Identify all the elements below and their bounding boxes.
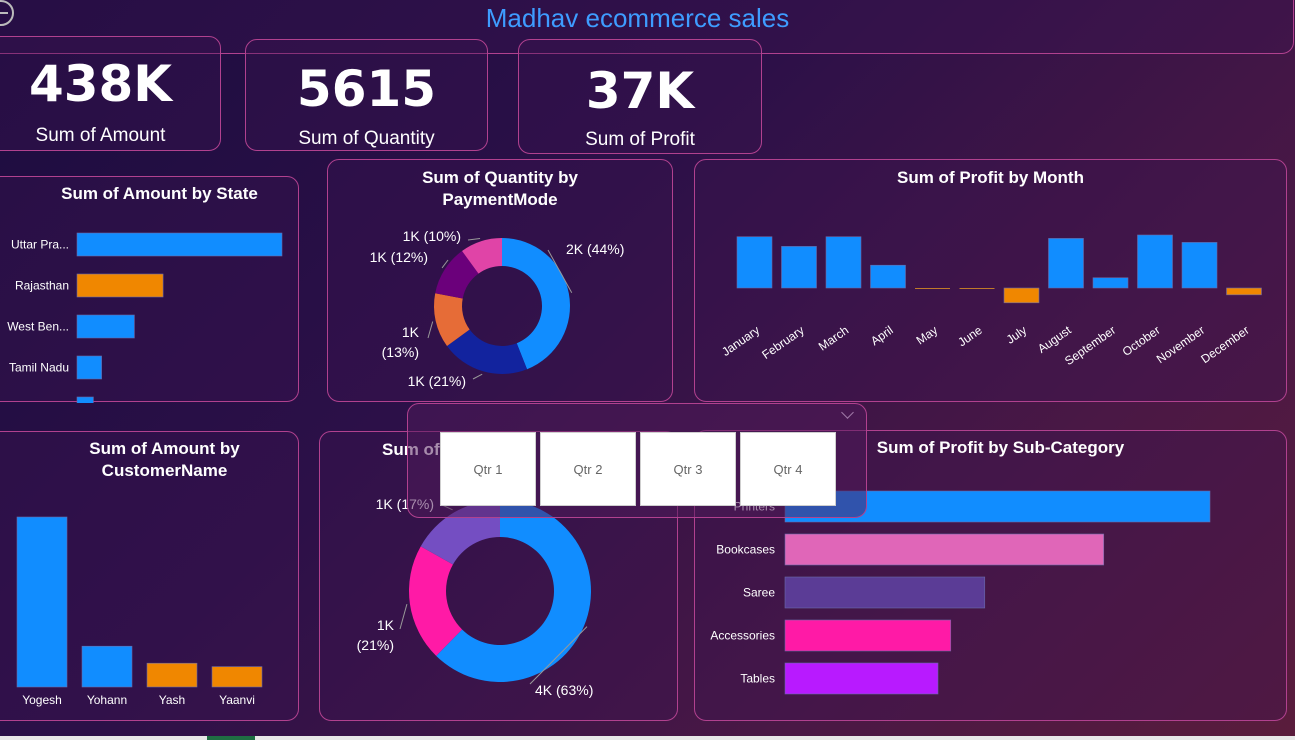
category-label: Rajasthan	[15, 279, 69, 293]
data-label: 1K	[402, 324, 420, 340]
bar	[76, 355, 102, 380]
payment-chart-svg: 2K (44%) 1K (21%) 1K (13%) 1K (12%) 1K (10%)	[370, 228, 625, 389]
leader-line	[467, 237, 481, 241]
category-label: December	[1198, 323, 1251, 366]
category-label: August	[1035, 323, 1074, 356]
category-label: April	[868, 323, 896, 348]
kpi-value: 5615	[296, 60, 437, 118]
kpi-value: 438K	[28, 55, 173, 113]
slicer-option-qtr1[interactable]: Qtr 1	[440, 432, 536, 506]
kpi-card-profit: 37K Sum of Profit	[518, 39, 762, 154]
data-label: 4K (63%)	[535, 682, 593, 698]
state-chart-panel: Sum of Amount by State Uttar Pra... Rajas…	[0, 176, 299, 404]
category-label: January	[719, 323, 762, 359]
category-label: West Ben...	[7, 320, 69, 334]
data-label: 2K (44%)	[566, 241, 624, 257]
slicer-option-qtr3[interactable]: Qtr 3	[640, 432, 736, 506]
kpi-label: Sum of Quantity	[298, 128, 435, 149]
slicer-option-qtr4[interactable]: Qtr 4	[740, 432, 836, 506]
kpi-card-amount: 438K Sum of Amount	[0, 36, 221, 151]
bar	[1003, 287, 1040, 304]
bar	[959, 288, 995, 289]
category-label: Tables	[740, 672, 775, 686]
customer-chart-panel: Sum of Amount by CustomerName Yogesh Yoha…	[0, 431, 299, 721]
payment-chart-panel: Sum of Quantity by PaymentMode 2K (44%) 1…	[327, 159, 673, 402]
slicer-option-qtr2[interactable]: Qtr 2	[540, 432, 636, 506]
bar	[16, 516, 68, 688]
bar	[736, 236, 773, 289]
bar	[1048, 238, 1084, 289]
category-label: Tamil Nadu	[9, 361, 69, 375]
category-label: Sikkim	[34, 402, 69, 404]
bar	[76, 396, 94, 403]
category-label: Accessories	[710, 629, 775, 643]
data-label: 1K (21%)	[408, 373, 466, 389]
category-label: February	[759, 323, 806, 362]
leader-line	[399, 603, 408, 630]
customer-chart-svg: Yogesh Yohann Yash Yaanvi	[16, 516, 263, 707]
category-label: November	[1154, 323, 1207, 366]
bar	[146, 662, 198, 688]
chevron-down-icon[interactable]	[841, 406, 854, 419]
category-label: Bookcases	[716, 543, 775, 557]
bar	[211, 666, 263, 688]
kpi-card-quantity: 5615 Sum of Quantity	[245, 39, 488, 151]
data-label: 1K (10%)	[403, 228, 461, 244]
category-label: Yohann	[87, 693, 127, 707]
state-chart-svg: Uttar Pra... Rajasthan West Ben... Tamil Na…	[7, 232, 283, 404]
bottom-strip-tab	[207, 736, 255, 740]
month-chart-svg: JanuaryFebruary March April May June July Augu…	[719, 234, 1262, 368]
category-label: Yash	[159, 693, 185, 707]
bar	[1092, 277, 1129, 289]
category-label: March	[816, 323, 851, 354]
bar	[76, 232, 283, 257]
bar	[76, 314, 135, 339]
data-label: 1K (12%)	[370, 249, 428, 265]
bar	[781, 246, 817, 289]
month-chart-panel: Sum of Profit by Month January February Ma…	[694, 159, 1287, 402]
data-label: (13%)	[382, 344, 419, 360]
category-label: June	[955, 323, 985, 350]
data-label: (21%)	[357, 637, 394, 653]
bar	[81, 645, 133, 688]
bar	[76, 273, 164, 298]
category-label: July	[1004, 323, 1030, 347]
leader-line	[472, 373, 483, 380]
category-label: Uttar Pra...	[11, 238, 69, 252]
bar	[915, 288, 950, 289]
bottom-strip	[0, 736, 1295, 740]
leader-line	[427, 321, 434, 339]
category-label: Yaanvi	[219, 693, 255, 707]
kpi-value: 37K	[585, 62, 695, 120]
bar	[784, 533, 1105, 566]
page-title: Madhav ecommerce sales	[485, 3, 790, 33]
bar	[870, 264, 906, 289]
kpi-label: Sum of Profit	[585, 129, 695, 150]
bar	[1226, 287, 1262, 296]
bar	[1181, 242, 1218, 289]
bar	[1137, 234, 1173, 289]
bar	[784, 619, 952, 652]
category-label: Saree	[743, 586, 775, 600]
category-label: May	[914, 323, 941, 347]
category-label: Yogesh	[22, 693, 62, 707]
data-label: 1K	[377, 617, 395, 633]
bar	[784, 576, 986, 609]
bar	[784, 662, 939, 695]
bar	[825, 236, 862, 289]
category-label: September	[1062, 323, 1118, 368]
kpi-label: Sum of Amount	[35, 125, 166, 146]
